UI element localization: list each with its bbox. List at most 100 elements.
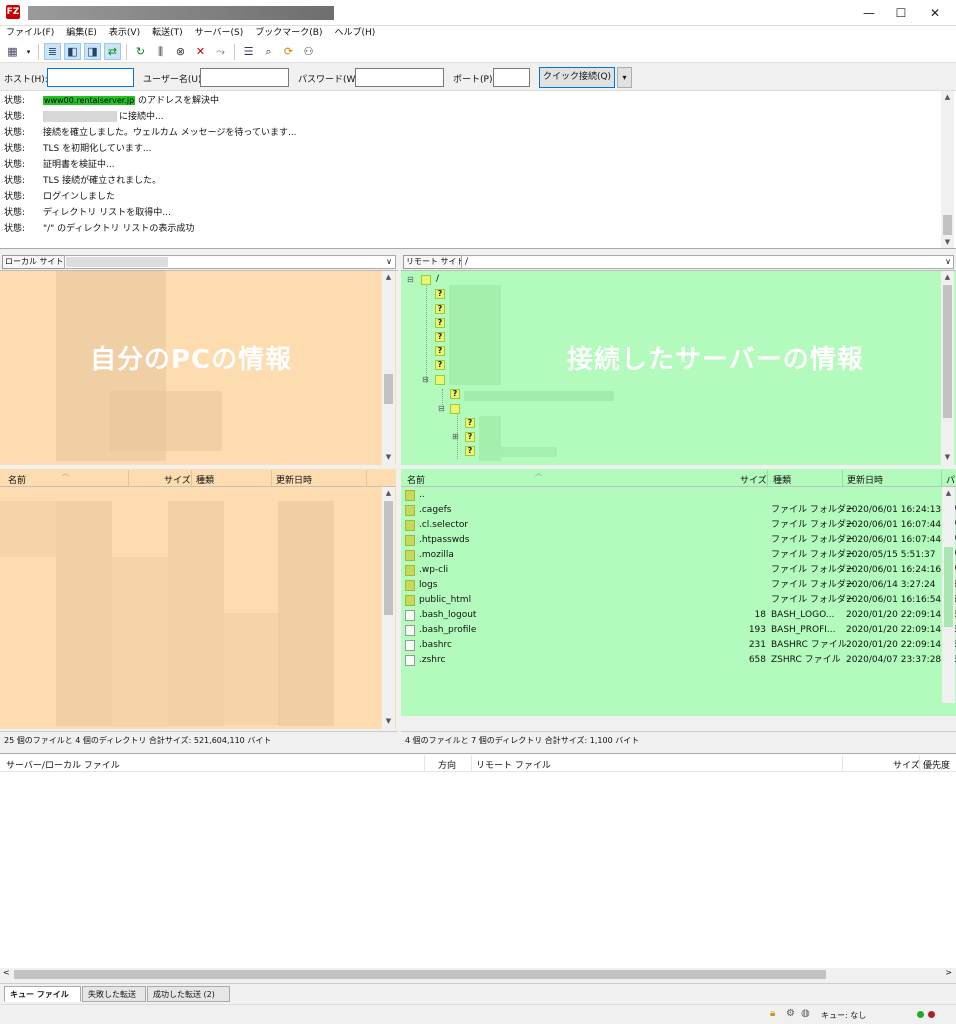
remote-directory-tree[interactable]: ⊟ / ? ? ? ? ? ? ⊟ ? ⊟ ? ⊞ ? ? 接続したサーバーの情… [401,271,956,465]
local-file-list[interactable]: ▲ ▼ [0,487,396,729]
remote-list-scrollbar[interactable]: ▲ [942,487,955,703]
remote-col-type[interactable]: 種類 [773,473,791,486]
site-manager-icon[interactable]: ▦ [4,43,21,60]
folder-icon [405,550,415,561]
list-item[interactable]: .wp-cliファイル フォルダー2020/06/01 16:24:1607 [401,563,956,578]
host-input[interactable] [47,68,134,87]
log-line: 状態: TLS を初期化しています... [4,144,152,154]
reconnect-icon[interactable]: ⤳ [212,43,229,60]
queue-col-priority[interactable]: 優先度 [923,758,950,771]
queue-col-size[interactable]: サイズ [893,758,920,771]
maximize-button[interactable]: ☐ [886,3,916,23]
filter-icon[interactable]: ☰ [240,43,257,60]
message-log: 状態: www00.rentalserver.jp のアドレスを解決中 状態: に接… [0,91,956,249]
menu-edit[interactable]: 編集(E) [60,26,103,41]
tree-folder-icon: ? [465,432,475,442]
file-icon [405,640,415,651]
user-input[interactable] [200,68,289,87]
queue-col-remote[interactable]: リモート ファイル [476,758,551,771]
list-item[interactable]: .zshrc658ZSHRC ファイル2020/04/07 23:37:2806 [401,653,956,668]
menu-bar: ファイル(F) 編集(E) 表示(V) 転送(T) サーバー(S) ブックマーク… [0,26,956,41]
remote-file-list[interactable]: .. .cagefsファイル フォルダー2020/06/01 16:24:130… [401,487,956,716]
log-scrollbar[interactable]: ▲ ▼ [941,91,954,248]
remote-col-size[interactable]: サイズ [740,473,767,486]
refresh-icon[interactable]: ↻ [132,43,149,60]
local-col-modified[interactable]: 更新日時 [276,473,312,486]
menu-server[interactable]: サーバー(S) [189,26,250,41]
remote-col-perm[interactable]: パ [946,473,955,486]
list-item[interactable]: .bash_logout 18 BASH_LOGO... 2020/01/20 22:… [401,608,956,623]
status-bar: 🔒︎ ⚙ ◍ キュー: なし [0,1004,956,1024]
list-item[interactable]: .bash_profile 193 BASH_PROFI... 2020/01/20 … [401,623,956,638]
toggle-queue-icon[interactable]: ⇄ [104,43,121,60]
local-tree-scrollbar[interactable]: ▲ ▼ [382,271,395,465]
disconnect-icon[interactable]: ✕ [192,43,209,60]
local-status: 25 個のファイルと 4 個のディレクトリ 合計サイズ: 521,604,110… [0,731,398,749]
remote-col-modified[interactable]: 更新日時 [847,473,883,486]
list-item[interactable]: .mozillaファイル フォルダー2020/05/15 5:51:3707 [401,548,956,563]
toggle-log-icon[interactable]: ≣ [44,43,61,60]
toggle-local-tree-icon[interactable]: ◧ [64,43,81,60]
password-input[interactable] [355,68,444,87]
port-input[interactable] [493,68,530,87]
remote-tree-root[interactable]: / [436,274,439,284]
menu-transfer[interactable]: 転送(T) [146,26,189,41]
remote-col-name[interactable]: 名前 [407,473,425,486]
local-directory-tree[interactable]: 自分のPCの情報 ▲ ▼ [0,271,396,465]
queue-col-direction[interactable]: 方向 [438,758,456,771]
menu-help[interactable]: ヘルプ(H) [329,26,382,41]
local-col-type[interactable]: 種類 [196,473,214,486]
tab-queued-files[interactable]: キュー ファイル [4,986,81,1002]
local-list-scrollbar[interactable]: ▲ ▼ [382,487,395,729]
list-item[interactable]: .cl.selector ファイル フォルダー 2020/06/01 16:07:4… [401,518,956,533]
file-icon [405,625,415,636]
local-path-dropdown[interactable]: ∨ [383,255,395,269]
speed-limit-icon[interactable]: ◍ [801,1008,810,1019]
remote-path-input[interactable]: / [461,255,954,269]
remote-path-dropdown[interactable]: ∨ [942,255,954,269]
menu-file[interactable]: ファイル(F) [0,26,60,41]
tree-folder-icon: ? [450,389,460,399]
local-col-name[interactable]: 名前 [8,473,26,486]
quickconnect-button[interactable]: クイック接続(Q) [539,67,615,88]
menu-bookmarks[interactable]: ブックマーク(B) [249,26,328,41]
host-label: ホスト(H): [4,75,48,85]
list-item[interactable]: .. [401,488,956,503]
process-queue-icon[interactable]: ⫼ [152,43,169,60]
menu-view[interactable]: 表示(V) [103,26,146,41]
log-line: 状態: ディレクトリ リストを取得中... [4,208,171,218]
tree-folder-icon: ? [435,289,445,299]
queue-col-local[interactable]: サーバー/ローカル ファイル [6,758,120,771]
list-item[interactable]: public_html ファイル フォルダー 2020/06/01 16:16:54… [401,593,956,608]
search-icon[interactable]: ⚇ [300,43,317,60]
cancel-icon[interactable]: ⊗ [172,43,189,60]
tree-folder-icon [450,404,460,414]
tab-failed-transfers[interactable]: 失敗した転送 [82,986,146,1002]
sync-browse-icon[interactable]: ⟳ [280,43,297,60]
local-col-size[interactable]: サイズ [164,473,191,486]
minimize-button[interactable]: — [854,3,884,23]
remote-list-hscrollbar[interactable]: < > [401,714,956,716]
local-site-label: ローカル サイト: [2,255,70,269]
tree-folder-icon: ? [435,332,445,342]
log-line: 状態: に接続中... [4,111,164,122]
list-item[interactable]: .htpasswdsファイル フォルダー2020/06/01 16:07:440… [401,533,956,548]
list-item[interactable]: .cagefsファイル フォルダー2020/06/01 16:24:1307 [401,503,956,518]
list-item[interactable]: logsファイル フォルダー2020/06/14 3:27:2405 [401,578,956,593]
close-button[interactable]: ✕ [920,3,950,23]
remote-list-header: 名前 ︿ サイズ 種類 更新日時 パ [401,469,956,487]
remote-tree-scrollbar[interactable]: ▲ ▼ [941,271,954,465]
dropdown-icon[interactable]: ▾ [24,43,33,60]
folder-icon [405,565,415,576]
quickconnect-dropdown[interactable]: ▾ [617,67,632,88]
queue-hscrollbar[interactable]: < > [0,968,956,981]
local-overlay-label: 自分のPCの情報 [90,345,293,375]
tree-folder-icon [435,375,445,385]
compare-icon[interactable]: ⌕ [260,43,277,60]
tab-successful-transfers[interactable]: 成功した転送 (2) [147,986,230,1002]
log-line: 状態: www00.rentalserver.jp のアドレスを解決中 [4,96,220,106]
transfer-queue[interactable]: サーバー/ローカル ファイル 方向 リモート ファイル サイズ 優先度 [0,753,956,981]
toggle-remote-tree-icon[interactable]: ◨ [84,43,101,60]
list-item[interactable]: .bashrc 231 BASHRC ファイル 2020/01/20 22:09:14… [401,638,956,653]
remote-site-bar: リモート サイト: / ∨ [401,253,956,271]
